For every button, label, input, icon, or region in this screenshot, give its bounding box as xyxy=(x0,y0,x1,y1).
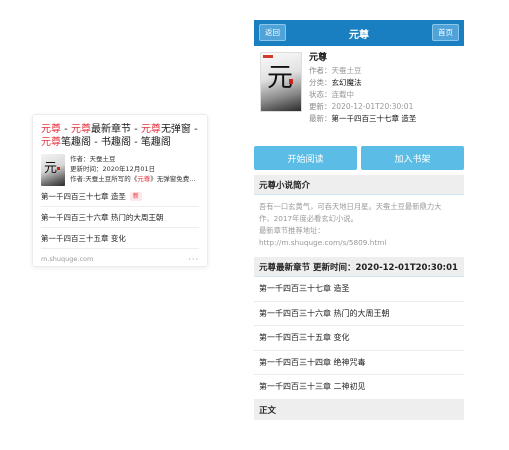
intro-text: 吾有一口玄黄气，可吞天地日月星。天蚕土豆最新鼎力大 作，2017年度必看玄幻小说… xyxy=(259,202,442,247)
new-badge: 新 xyxy=(129,191,142,201)
book-category: 分类：玄幻魔法 xyxy=(309,78,362,87)
body-section-heading: 正文 xyxy=(254,399,464,420)
latest-chapters-heading: 元尊最新章节 更新时间：2020-12-01T20:30:01 xyxy=(254,257,464,277)
result-meta: 元 作者：天蚕土豆 更新时间：2020年12月01日 作者:天蚕土豆所写的《元尊… xyxy=(41,154,199,186)
result-source-url: m.shuquge.com xyxy=(41,255,94,263)
book-status: 状态：连载中 xyxy=(309,90,354,99)
home-button[interactable]: 首页 xyxy=(432,24,459,41)
search-result-card[interactable]: 元尊 - 元尊最新章节 - 元尊无弹窗 - 元尊笔趣阁 - 书趣阁 - 笔趣阁 … xyxy=(32,114,208,267)
book-cover: 元 xyxy=(260,52,302,112)
top-bar: 返回 元尊 首页 xyxy=(254,20,464,46)
chapter-link[interactable]: 第一千四百三十六章 热门的大周王朝 xyxy=(254,302,464,326)
result-description: 作者:天蚕土豆所写的《元尊》无弹窗免费... xyxy=(70,175,196,183)
chapter-link[interactable]: 第一千四百三十三章 二神初见 xyxy=(254,375,464,400)
result-author: 作者：天蚕土豆 xyxy=(70,155,116,163)
book-latest: 最新：第一千四百三十七章 造圣 xyxy=(309,114,417,123)
more-options-icon[interactable]: ··· xyxy=(188,255,199,264)
add-to-shelf-button[interactable]: 加入书架 xyxy=(361,146,464,170)
book-updated: 更新：2020-12-01T20:30:01 xyxy=(309,102,414,111)
book-author: 作者：天蚕土豆 xyxy=(309,66,362,75)
cover-calligraphy: 元 xyxy=(267,63,294,93)
intro-heading: 元尊小说简介 xyxy=(254,175,464,195)
result-chapter-link[interactable]: 第一千四百三十七章 造圣 新 xyxy=(41,186,199,207)
book-details: 元 元尊 作者：天蚕土豆 分类：玄幻魔法 状态：连载中 更新：2020-12-0… xyxy=(254,46,464,158)
result-title[interactable]: 元尊 - 元尊最新章节 - 元尊无弹窗 - 元尊笔趣阁 - 书趣阁 - 笔趣阁 xyxy=(41,123,199,149)
result-chapter-link[interactable]: 第一千四百三十六章 热门的大周王朝 xyxy=(41,207,199,228)
page-title: 元尊 xyxy=(349,29,369,41)
chapter-link[interactable]: 第一千四百三十四章 绝神咒毒 xyxy=(254,351,464,375)
cover-calligraphy: 元 xyxy=(44,161,58,176)
back-button[interactable]: 返回 xyxy=(259,24,286,41)
start-reading-button[interactable]: 开始阅读 xyxy=(254,146,357,170)
mobile-book-page: 返回 元尊 首页 元 元尊 作者：天蚕土豆 分类：玄幻魔法 状态：连载中 更新：… xyxy=(254,20,464,430)
chapter-link[interactable]: 第一千四百三十五章 变化 xyxy=(254,326,464,351)
book-thumbnail: 元 xyxy=(41,154,65,186)
chapter-link[interactable]: 第一千四百三十七章 造圣 xyxy=(254,277,464,302)
book-name: 元尊 xyxy=(309,53,328,63)
result-chapter-link[interactable]: 第一千四百三十五章 变化 xyxy=(41,228,199,249)
result-updated: 更新时间：2020年12月01日 xyxy=(70,165,156,173)
